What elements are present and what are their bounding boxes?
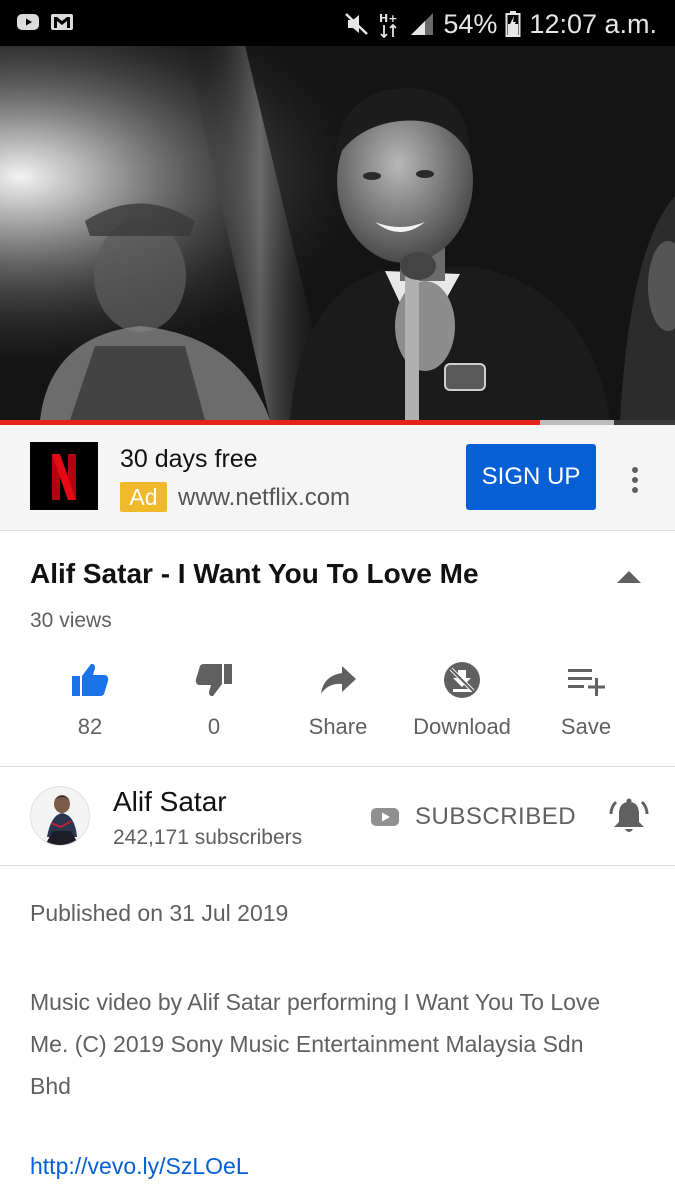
dislike-count: 0 bbox=[207, 714, 221, 739]
network-hplus-icon: H+ bbox=[379, 12, 398, 38]
video-frame bbox=[0, 46, 675, 420]
mute-icon bbox=[345, 13, 369, 35]
video-player[interactable] bbox=[0, 46, 675, 420]
channel-avatar[interactable] bbox=[30, 786, 90, 846]
youtube-notification-icon bbox=[17, 14, 39, 30]
download-label: Download bbox=[413, 714, 511, 739]
avatar-image bbox=[31, 787, 89, 845]
action-bar: 82 0 Share Download Save bbox=[28, 650, 648, 750]
battery-percent: 54% bbox=[443, 8, 498, 39]
signal-icon bbox=[411, 13, 434, 35]
share-arrow-icon bbox=[321, 666, 356, 694]
view-count: 30 views bbox=[30, 609, 112, 632]
status-bar: H+ 54% 12:07 a.m. bbox=[0, 0, 675, 46]
notification-bell-icon[interactable] bbox=[608, 796, 650, 838]
netflix-logo bbox=[30, 442, 98, 510]
youtube-icon bbox=[371, 808, 399, 826]
dislike-button[interactable]: 0 bbox=[152, 650, 276, 750]
video-description: Music video by Alif Satar performing I W… bbox=[30, 989, 601, 1099]
system-indicators: H+ 54% 12:07 a.m. bbox=[343, 6, 657, 42]
save-button[interactable]: Save bbox=[524, 650, 648, 750]
battery-icon bbox=[505, 11, 521, 37]
share-button[interactable]: Share bbox=[276, 650, 400, 750]
ad-banner[interactable]: 30 days free Ad www.netflix.com SIGN UP bbox=[0, 425, 675, 531]
playlist-add-icon bbox=[568, 669, 605, 696]
subscribed-button[interactable]: SUBSCRIBED bbox=[415, 803, 576, 831]
download-disabled-icon bbox=[444, 662, 480, 698]
ad-url[interactable]: www.netflix.com bbox=[178, 484, 350, 512]
svg-text:H+: H+ bbox=[379, 12, 397, 25]
channel-name[interactable]: Alif Satar bbox=[113, 786, 227, 818]
save-label: Save bbox=[560, 714, 612, 739]
video-title[interactable]: Alif Satar - I Want You To Love Me bbox=[30, 558, 479, 590]
clock: 12:07 a.m. bbox=[529, 8, 657, 39]
divider bbox=[0, 766, 675, 767]
download-button[interactable]: Download bbox=[400, 650, 524, 750]
thumbs-up-icon bbox=[72, 663, 109, 696]
collapse-chevron-icon[interactable] bbox=[614, 567, 644, 585]
netflix-logo-mark bbox=[52, 454, 76, 500]
published-date: Published on 31 Jul 2019 bbox=[30, 900, 289, 926]
notification-icons bbox=[16, 11, 74, 33]
ad-badge: Ad bbox=[120, 482, 167, 512]
like-count: 82 bbox=[77, 714, 103, 739]
thumbs-down-icon bbox=[195, 664, 232, 697]
divider bbox=[0, 865, 675, 866]
gmail-notification-icon bbox=[51, 14, 73, 30]
more-options-icon[interactable] bbox=[618, 463, 652, 497]
subscriber-count: 242,171 subscribers bbox=[113, 826, 303, 849]
description-link[interactable]: http://vevo.ly/SzLOeL bbox=[30, 1153, 249, 1180]
ad-title: 30 days free bbox=[120, 445, 258, 473]
share-label: Share bbox=[308, 714, 368, 739]
like-button[interactable]: 82 bbox=[28, 650, 152, 750]
sign-up-button[interactable]: SIGN UP bbox=[466, 444, 596, 510]
